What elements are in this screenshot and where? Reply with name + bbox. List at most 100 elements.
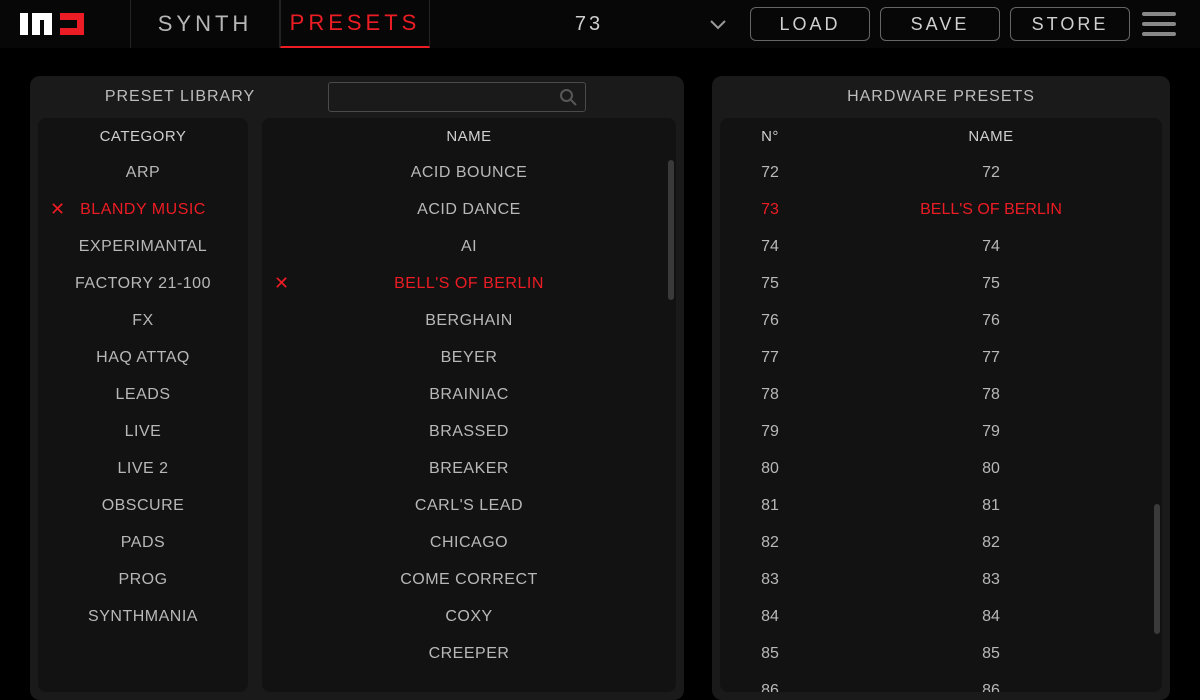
hardware-row-name[interactable]: 83 xyxy=(820,561,1162,598)
hardware-row-name[interactable]: 75 xyxy=(820,265,1162,302)
preset-library-title: PRESET LIBRARY xyxy=(50,88,310,106)
search-input[interactable] xyxy=(329,83,585,111)
list-item-label: COME CORRECT xyxy=(400,571,538,589)
hardware-number-header: N° xyxy=(720,118,820,154)
list-item[interactable]: ACID DANCE xyxy=(262,191,676,228)
category-list[interactable]: ARP ✕ BLANDY MUSIC EXPERIMANTAL FACTORY 21-1… xyxy=(38,154,248,692)
hardware-row-name[interactable]: 76 xyxy=(820,302,1162,339)
list-item-label: CARL'S LEAD xyxy=(415,497,523,515)
list-item[interactable]: CHICAGO xyxy=(262,524,676,561)
list-item[interactable]: PROG xyxy=(38,561,248,598)
list-item[interactable]: BEYER xyxy=(262,339,676,376)
load-button[interactable]: LOAD xyxy=(750,7,870,41)
tab-presets[interactable]: PRESETS xyxy=(280,0,430,48)
list-item[interactable]: LIVE 2 xyxy=(38,450,248,487)
list-item-label: BERGHAIN xyxy=(425,312,513,330)
preset-number-dropdown[interactable]: 73 xyxy=(434,0,744,48)
hardware-row-number[interactable]: 86 xyxy=(720,672,820,692)
list-item[interactable]: SYNTHMANIA xyxy=(38,598,248,635)
list-item[interactable]: ✕BELL'S OF BERLIN xyxy=(262,265,676,302)
top-bar: SYNTH PRESETS 73 LOAD SAVE STORE xyxy=(0,0,1200,48)
list-item[interactable]: COXY xyxy=(262,598,676,635)
search-box[interactable] xyxy=(328,82,586,112)
hardware-row-name[interactable]: 81 xyxy=(820,487,1162,524)
hardware-row-name[interactable]: 79 xyxy=(820,413,1162,450)
list-item-label: PROG xyxy=(118,571,167,589)
list-item[interactable]: BERGHAIN xyxy=(262,302,676,339)
list-item-label: BLANDY MUSIC xyxy=(80,201,206,219)
hardware-row-name[interactable]: 82 xyxy=(820,524,1162,561)
hardware-row-number[interactable]: 78 xyxy=(720,376,820,413)
chevron-down-icon xyxy=(710,13,726,36)
hardware-row-name[interactable]: 86 xyxy=(820,672,1162,692)
list-item-label: LIVE xyxy=(125,423,162,441)
tab-synth[interactable]: SYNTH xyxy=(130,0,280,48)
list-item-label: FACTORY 21-100 xyxy=(75,275,211,293)
list-item[interactable]: CARL'S LEAD xyxy=(262,487,676,524)
list-item-label: LIVE 2 xyxy=(117,460,168,478)
list-item[interactable]: OBSCURE xyxy=(38,487,248,524)
list-item-label: HAQ ATTAQ xyxy=(96,349,190,367)
list-item[interactable]: ACID BOUNCE xyxy=(262,154,676,191)
hardware-row-name[interactable]: 74 xyxy=(820,228,1162,265)
list-item[interactable]: BREAKER xyxy=(262,450,676,487)
delete-icon[interactable]: ✕ xyxy=(50,199,66,220)
list-item[interactable]: LIVE xyxy=(38,413,248,450)
hardware-row-name[interactable]: 77 xyxy=(820,339,1162,376)
hardware-row-number[interactable]: 79 xyxy=(720,413,820,450)
hardware-row-name[interactable]: 85 xyxy=(820,635,1162,672)
hardware-row-number[interactable]: 73 xyxy=(720,191,820,228)
hardware-name-header: NAME xyxy=(820,118,1162,154)
menu-button[interactable] xyxy=(1134,0,1184,48)
hardware-row-name[interactable]: 72 xyxy=(820,154,1162,191)
hardware-row-name[interactable]: 84 xyxy=(820,598,1162,635)
list-item-label: EXPERIMANTAL xyxy=(79,238,207,256)
store-button[interactable]: STORE xyxy=(1010,7,1130,41)
list-item[interactable]: BRAINIAC xyxy=(262,376,676,413)
delete-icon[interactable]: ✕ xyxy=(274,273,290,294)
list-item[interactable]: ARP xyxy=(38,154,248,191)
hardware-row-number[interactable]: 81 xyxy=(720,487,820,524)
list-item[interactable]: FX xyxy=(38,302,248,339)
name-list-scrollbar[interactable] xyxy=(668,160,674,300)
list-item[interactable]: COME CORRECT xyxy=(262,561,676,598)
list-item-label: BREAKER xyxy=(429,460,509,478)
hardware-row-number[interactable]: 85 xyxy=(720,635,820,672)
list-item[interactable]: BRASSED xyxy=(262,413,676,450)
list-item[interactable]: PADS xyxy=(38,524,248,561)
hardware-row-number[interactable]: 80 xyxy=(720,450,820,487)
list-item[interactable]: LEADS xyxy=(38,376,248,413)
preset-library-header: PRESET LIBRARY xyxy=(30,76,684,118)
list-item-label: LEADS xyxy=(116,386,171,404)
list-item[interactable]: EXPERIMANTAL xyxy=(38,228,248,265)
hardware-row-name[interactable]: BELL'S OF BERLIN xyxy=(820,191,1162,228)
hardware-number-list[interactable]: 727374757677787980818283848586 xyxy=(720,154,820,692)
hardware-row-number[interactable]: 75 xyxy=(720,265,820,302)
hardware-row-number[interactable]: 82 xyxy=(720,524,820,561)
hardware-number-column: N° 727374757677787980818283848586 xyxy=(720,118,820,692)
name-list[interactable]: ACID BOUNCE ACID DANCE AI✕BELL'S OF BERLIN… xyxy=(262,154,676,692)
hardware-row-number[interactable]: 84 xyxy=(720,598,820,635)
save-button[interactable]: SAVE xyxy=(880,7,1000,41)
hardware-name-list[interactable]: 72BELL'S OF BERLIN7475767778798081828384… xyxy=(820,154,1162,692)
list-item-label: CHICAGO xyxy=(430,534,508,552)
hardware-row-name[interactable]: 78 xyxy=(820,376,1162,413)
hardware-row-number[interactable]: 72 xyxy=(720,154,820,191)
hardware-row-number[interactable]: 77 xyxy=(720,339,820,376)
hardware-row-number[interactable]: 74 xyxy=(720,228,820,265)
list-item[interactable]: FACTORY 21-100 xyxy=(38,265,248,302)
hardware-row-number[interactable]: 76 xyxy=(720,302,820,339)
hardware-row-number[interactable]: 83 xyxy=(720,561,820,598)
list-item-label: ACID DANCE xyxy=(417,201,521,219)
hardware-presets-panel: HARDWARE PRESETS N° 72737475767778798081… xyxy=(712,76,1170,700)
list-item[interactable]: HAQ ATTAQ xyxy=(38,339,248,376)
hardware-list-scrollbar[interactable] xyxy=(1154,504,1160,634)
list-item-label: PADS xyxy=(121,534,165,552)
hardware-row-name[interactable]: 80 xyxy=(820,450,1162,487)
name-column-header: NAME xyxy=(262,118,676,154)
list-item[interactable]: AI xyxy=(262,228,676,265)
list-item[interactable]: ✕ BLANDY MUSIC xyxy=(38,191,248,228)
list-item-label: FX xyxy=(132,312,153,330)
search-icon xyxy=(559,88,577,111)
list-item[interactable]: CREEPER xyxy=(262,635,676,672)
